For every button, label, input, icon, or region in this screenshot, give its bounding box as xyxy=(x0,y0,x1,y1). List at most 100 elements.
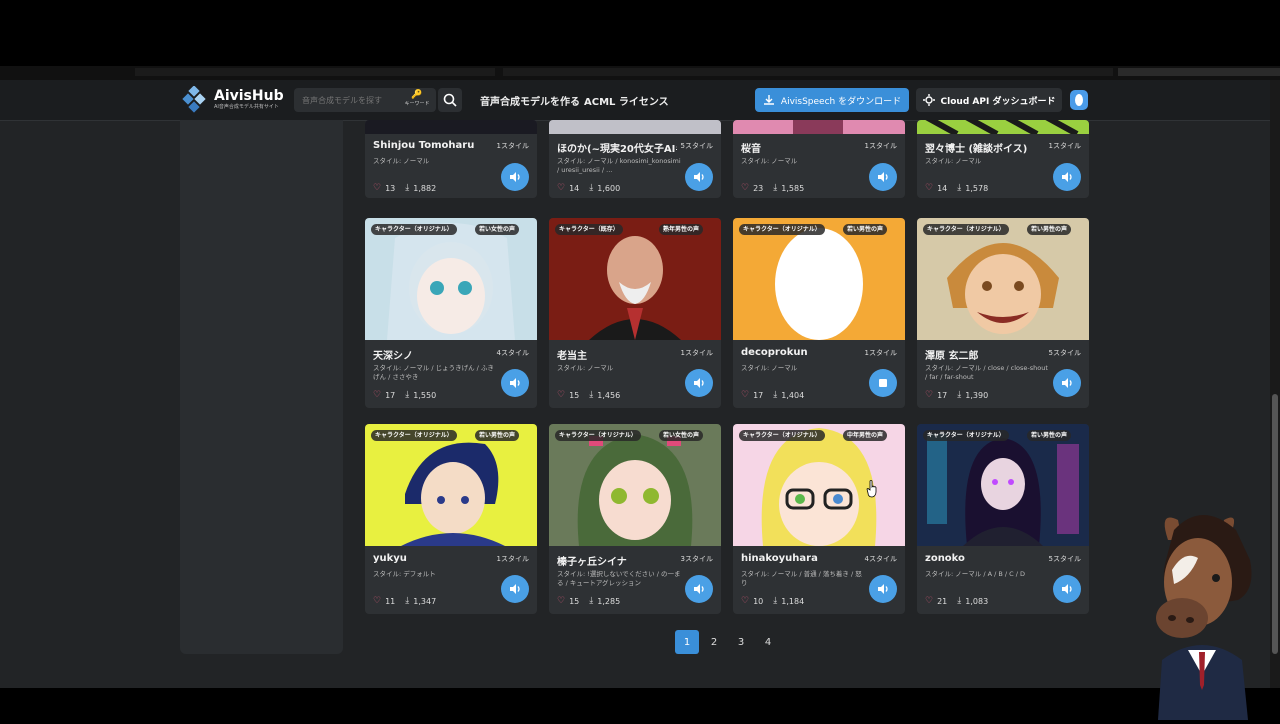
play-sample-button[interactable] xyxy=(501,575,529,603)
heart-icon[interactable]: ♡ xyxy=(557,390,565,400)
model-thumbnail[interactable] xyxy=(549,120,721,134)
page-button-2[interactable]: 2 xyxy=(702,630,726,654)
model-name[interactable]: 澤原 玄二郎 xyxy=(925,347,978,362)
play-sample-button[interactable] xyxy=(501,163,529,191)
page-button-4[interactable]: 4 xyxy=(756,630,780,654)
model-card[interactable]: キャラクター（オリジナル） 若い男性の声 decoprokun 1スタイル スタイル: … xyxy=(733,218,905,408)
speaker-icon xyxy=(1062,172,1072,182)
heart-icon[interactable]: ♡ xyxy=(741,390,749,400)
model-thumbnail[interactable] xyxy=(917,218,1089,340)
model-card[interactable]: キャラクター（既存） 熟年男性の声 老当主 1スタイル スタイル: ノーマル ♡ 15 ⤓ 1,… xyxy=(549,218,721,408)
model-name[interactable]: hinakoyuhara xyxy=(741,553,818,564)
keyword-search-button[interactable]: 🔑 キーワード xyxy=(402,90,432,110)
nav-acml-license[interactable]: ACML ライセンス xyxy=(584,93,669,108)
model-card[interactable]: 桜音 1スタイル スタイル: ノーマル ♡ 23 ⤓ 1,585 xyxy=(733,120,905,198)
play-sample-button[interactable] xyxy=(501,369,529,397)
model-name[interactable]: Shinjou Tomoharu xyxy=(373,140,474,151)
model-thumbnail[interactable] xyxy=(733,218,905,340)
play-sample-button[interactable] xyxy=(685,163,713,191)
model-name[interactable]: zonoko xyxy=(925,553,965,564)
model-thumbnail[interactable] xyxy=(365,424,537,546)
heart-icon[interactable]: ♡ xyxy=(373,596,381,606)
model-thumbnail[interactable] xyxy=(733,424,905,546)
page-scrollbar[interactable] xyxy=(1270,80,1280,688)
page-button-1[interactable]: 1 xyxy=(675,630,699,654)
browser-tab[interactable] xyxy=(1118,68,1280,76)
category-tag: キャラクター（オリジナル） xyxy=(555,430,641,441)
download-label: AivisSpeech をダウンロード xyxy=(780,96,902,107)
card-stats: ♡ 23 ⤓ 1,585 xyxy=(741,183,804,193)
heart-icon[interactable]: ♡ xyxy=(373,183,381,193)
search-button[interactable] xyxy=(438,88,462,112)
category-tag: キャラクター（オリジナル） xyxy=(371,224,457,235)
voice-type-tag: 中年男性の声 xyxy=(843,430,888,441)
model-name[interactable]: 翌々博士 (雑談ボイス) xyxy=(925,140,1027,155)
model-card[interactable]: キャラクター（オリジナル） 若い男性の声 zonoko 5スタイル スタイル: ノーマル… xyxy=(917,424,1089,614)
model-card[interactable]: 翌々博士 (雑談ボイス) 1スタイル スタイル: ノーマル ♡ 14 ⤓ 1,578 xyxy=(917,120,1089,198)
model-name[interactable]: yukyu xyxy=(373,553,407,564)
heart-icon[interactable]: ♡ xyxy=(925,183,933,193)
card-stats: ♡ 11 ⤓ 1,347 xyxy=(373,596,436,606)
site-logo[interactable]: AivisHub AI音声合成モデル共有サイト xyxy=(180,85,290,114)
model-card[interactable]: キャラクター（オリジナル） 若い男性の声 yukyu 1スタイル スタイル: デフォルト… xyxy=(365,424,537,614)
cloud-label: Cloud API ダッシュボード xyxy=(940,96,1056,107)
model-name[interactable]: decoprokun xyxy=(741,347,808,358)
play-sample-button[interactable] xyxy=(685,575,713,603)
model-name[interactable]: 老当主 xyxy=(557,347,587,362)
pagination: 1234 xyxy=(675,630,783,654)
heart-icon[interactable]: ♡ xyxy=(741,596,749,606)
download-count: 1,550 xyxy=(413,390,437,400)
model-name[interactable]: 榛子ヶ丘シイナ xyxy=(557,553,627,568)
style-list: スタイル: デフォルト xyxy=(373,570,436,578)
model-card[interactable]: キャラクター（オリジナル） 若い女性の声 榛子ヶ丘シイナ 3スタイル スタイル: !選択… xyxy=(549,424,721,614)
voice-type-tag: 若い男性の声 xyxy=(843,224,888,235)
model-card[interactable]: Shinjou Tomoharu 1スタイル スタイル: ノーマル ♡ 13 ⤓ 1,882 xyxy=(365,120,537,198)
heart-icon[interactable]: ♡ xyxy=(373,390,381,400)
card-stats: ♡ 14 ⤓ 1,578 xyxy=(925,183,988,193)
play-sample-button[interactable] xyxy=(869,575,897,603)
model-name[interactable]: 天深シノ xyxy=(373,347,413,362)
model-thumbnail[interactable] xyxy=(733,120,905,134)
heart-icon[interactable]: ♡ xyxy=(557,596,565,606)
model-thumbnail[interactable] xyxy=(549,218,721,340)
model-name[interactable]: 桜音 xyxy=(741,140,761,155)
user-avatar-button[interactable] xyxy=(1070,90,1088,110)
key-icon: 🔑 xyxy=(411,90,423,100)
download-count: 1,585 xyxy=(781,183,805,193)
nav-create-model[interactable]: 音声合成モデルを作る xyxy=(480,93,580,108)
heart-icon[interactable]: ♡ xyxy=(925,390,933,400)
speaker-icon xyxy=(510,378,520,388)
download-count: 1,456 xyxy=(597,390,621,400)
download-aivisspeech-button[interactable]: AivisSpeech をダウンロード xyxy=(755,88,909,112)
model-card[interactable]: キャラクター（オリジナル） 若い男性の声 澤原 玄二郎 5スタイル スタイル: ノーマル… xyxy=(917,218,1089,408)
play-sample-button[interactable] xyxy=(869,163,897,191)
model-thumbnail[interactable] xyxy=(917,120,1089,134)
browser-tab[interactable] xyxy=(503,68,1113,76)
cloud-api-dashboard-button[interactable]: Cloud API ダッシュボード xyxy=(916,88,1062,112)
stop-sample-button[interactable] xyxy=(869,369,897,397)
download-count: 1,882 xyxy=(413,183,437,193)
model-name[interactable]: ほのか(~現実20代女子AI# xyxy=(557,140,677,155)
speaker-icon xyxy=(694,172,704,182)
heart-icon[interactable]: ♡ xyxy=(741,183,749,193)
play-sample-button[interactable] xyxy=(1053,369,1081,397)
model-thumbnail[interactable] xyxy=(917,424,1089,546)
model-thumbnail[interactable] xyxy=(365,218,537,340)
like-count: 11 xyxy=(385,596,396,606)
heart-icon[interactable]: ♡ xyxy=(925,596,933,606)
search-input[interactable] xyxy=(302,88,398,112)
speaker-icon xyxy=(1062,584,1072,594)
page-button-3[interactable]: 3 xyxy=(729,630,753,654)
browser-tab[interactable] xyxy=(135,68,495,76)
scrollbar-thumb[interactable] xyxy=(1272,394,1278,654)
model-thumbnail[interactable] xyxy=(365,120,537,134)
play-sample-button[interactable] xyxy=(685,369,713,397)
play-sample-button[interactable] xyxy=(1053,575,1081,603)
play-sample-button[interactable] xyxy=(1053,163,1081,191)
model-card[interactable]: キャラクター（オリジナル） 中年男性の声 hinakoyuhara 4スタイル スタイル… xyxy=(733,424,905,614)
model-thumbnail[interactable] xyxy=(549,424,721,546)
model-card[interactable]: キャラクター（オリジナル） 若い女性の声 天深シノ 4スタイル スタイル: ノーマル /… xyxy=(365,218,537,408)
model-card[interactable]: ほのか(~現実20代女子AI# 5スタイル スタイル: ノーマル / konosim… xyxy=(549,120,721,198)
heart-icon[interactable]: ♡ xyxy=(557,183,565,193)
category-tag: キャラクター（オリジナル） xyxy=(923,430,1009,441)
